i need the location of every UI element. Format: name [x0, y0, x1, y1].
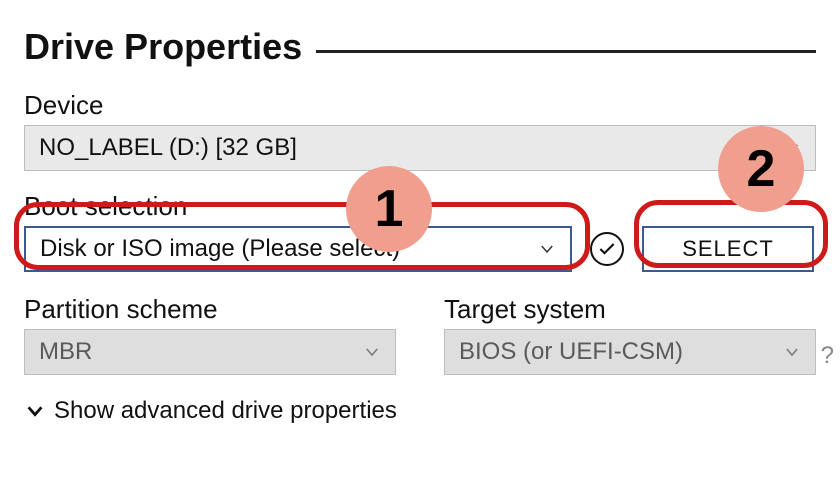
verify-checkmark-icon[interactable]: [590, 232, 624, 266]
chevron-down-icon: [24, 400, 46, 422]
device-label: Device: [24, 90, 816, 121]
target-system-label: Target system: [444, 294, 816, 325]
boot-selection-label: Boot selection: [24, 191, 816, 222]
advanced-toggle[interactable]: Show advanced drive properties: [24, 397, 816, 425]
device-value: NO_LABEL (D:) [32 GB]: [39, 134, 783, 162]
partition-scheme-col: Partition scheme MBR: [24, 294, 396, 375]
scheme-target-row: Partition scheme MBR Target system BIOS …: [24, 294, 816, 375]
chevron-down-icon: [538, 240, 556, 258]
chevron-down-icon: [783, 343, 801, 361]
target-system-col: Target system BIOS (or UEFI-CSM): [444, 294, 816, 375]
section-title: Drive Properties: [24, 26, 302, 68]
chevron-down-icon: [783, 139, 801, 157]
help-icon[interactable]: ?: [821, 342, 834, 370]
partition-scheme-dropdown[interactable]: MBR: [24, 329, 396, 375]
partition-scheme-label: Partition scheme: [24, 294, 396, 325]
select-button[interactable]: SELECT: [642, 226, 814, 272]
advanced-toggle-label: Show advanced drive properties: [54, 397, 397, 425]
boot-selection-row: Disk or ISO image (Please select) SELECT: [24, 226, 816, 272]
boot-selection-value: Disk or ISO image (Please select): [40, 235, 538, 263]
target-system-dropdown[interactable]: BIOS (or UEFI-CSM): [444, 329, 816, 375]
chevron-down-icon: [363, 343, 381, 361]
select-button-label: SELECT: [682, 236, 774, 262]
boot-selection-dropdown[interactable]: Disk or ISO image (Please select): [24, 226, 572, 272]
target-system-value: BIOS (or UEFI-CSM): [459, 338, 783, 366]
partition-scheme-value: MBR: [39, 338, 363, 366]
device-dropdown[interactable]: NO_LABEL (D:) [32 GB]: [24, 125, 816, 171]
section-header: Drive Properties: [24, 26, 816, 68]
section-rule: [316, 50, 816, 53]
